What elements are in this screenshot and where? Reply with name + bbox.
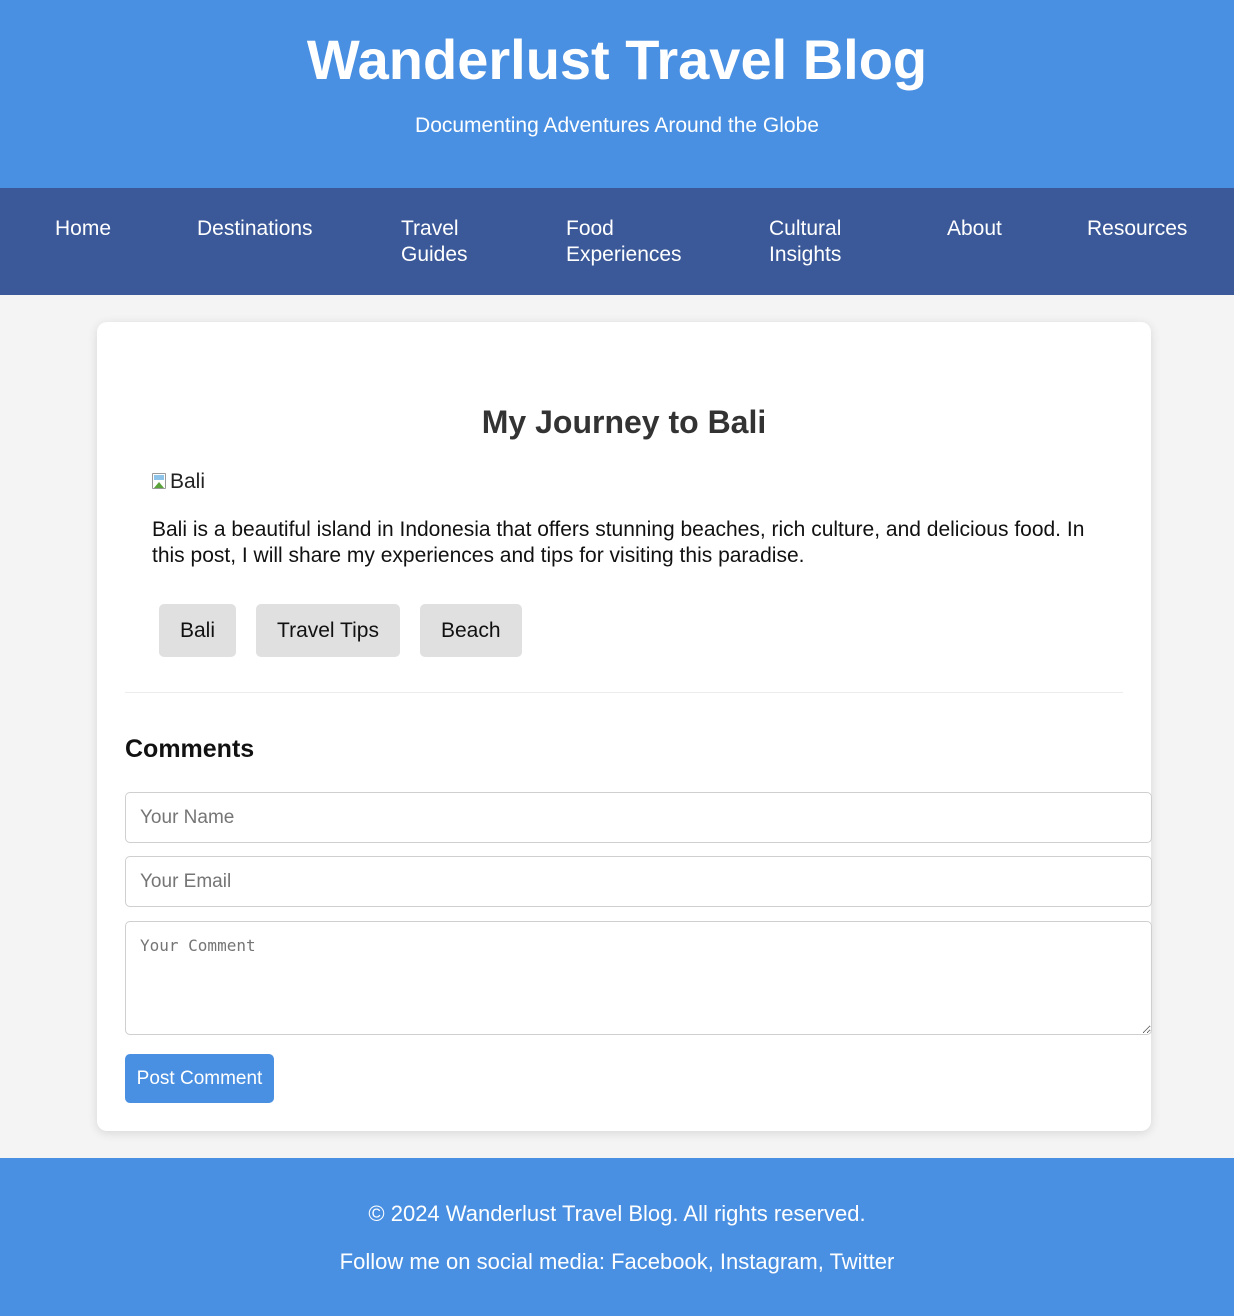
email-input[interactable] — [125, 856, 1152, 907]
post-card: My Journey to Bali Bali Bali is a beauti… — [97, 322, 1152, 1131]
name-input[interactable] — [125, 792, 1152, 843]
tag-beach[interactable]: Beach — [419, 604, 522, 657]
post-comment-button[interactable]: Post Comment — [125, 1054, 274, 1103]
site-title: Wanderlust Travel Blog — [306, 28, 928, 91]
tag-bali[interactable]: Bali — [159, 604, 237, 657]
nav-item-cultural-insights[interactable]: Cultural Insights — [769, 216, 841, 268]
comment-textarea[interactable] — [125, 921, 1152, 1035]
main-content: My Journey to Bali Bali Bali is a beauti… — [0, 295, 1234, 1158]
nav-item-resources[interactable]: Resources — [1087, 216, 1187, 242]
site-subtitle: Documenting Adventures Around the Globe — [415, 114, 819, 137]
tag-list: Bali Travel Tips Beach — [159, 604, 522, 657]
post-title: My Journey to Bali — [481, 404, 767, 440]
section-divider — [125, 692, 1123, 693]
tag-travel-tips[interactable]: Travel Tips — [256, 604, 400, 657]
comments-heading: Comments — [125, 735, 255, 763]
nav-item-home[interactable]: Home — [55, 216, 111, 242]
site-footer: © 2024 Wanderlust Travel Blog. All right… — [0, 1158, 1234, 1316]
nav-item-food-experiences[interactable]: Food Experiences — [566, 216, 682, 268]
footer-social: Follow me on social media: Facebook, Ins… — [339, 1249, 895, 1274]
post-body: Bali is a beautiful island in Indonesia … — [152, 518, 1085, 567]
nav-item-travel-guides[interactable]: Travel Guides — [401, 216, 468, 268]
post-image: Bali — [152, 470, 205, 494]
post-image-alt-text: Bali — [170, 470, 206, 493]
site-header: Wanderlust Travel Blog Documenting Adven… — [0, 0, 1234, 188]
nav-item-about[interactable]: About — [947, 216, 1002, 242]
footer-copyright: © 2024 Wanderlust Travel Blog. All right… — [368, 1201, 866, 1226]
main-nav: Home Destinations Travel Guides Food Exp… — [0, 188, 1234, 295]
broken-image-icon — [152, 473, 168, 491]
nav-item-destinations[interactable]: Destinations — [197, 216, 313, 242]
